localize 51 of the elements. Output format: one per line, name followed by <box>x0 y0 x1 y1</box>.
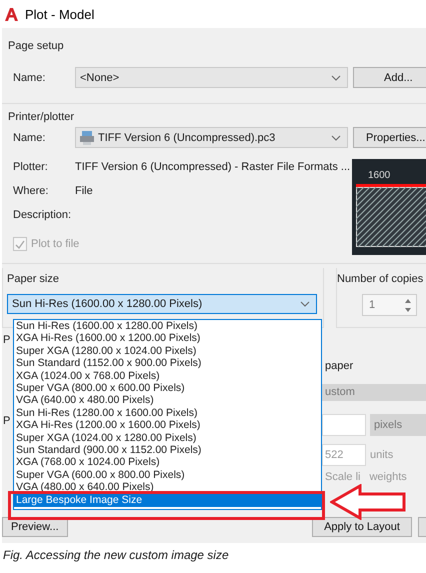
printer-icon <box>80 130 94 144</box>
number-spinner[interactable]: 1 <box>362 294 417 316</box>
checkbox-label: Scale li <box>325 471 360 483</box>
list-option[interactable]: VGA (480.00 x 640.00 Pixels) <box>14 481 321 494</box>
list-option[interactable]: XGA (1024.00 x 768.00 Pixels) <box>14 370 321 382</box>
hatched-paper-drawing <box>356 187 426 248</box>
list-option[interactable]: Sun Standard (1152.00 x 900.00 Pixels) <box>14 357 321 370</box>
dropdown[interactable]: Sun Hi-Res (1600.00 x 1280.00 Pixels) <box>7 294 317 314</box>
list-option[interactable]: XGA (768.00 x 1024.00 Pixels) <box>14 456 321 469</box>
field-value: File <box>75 185 93 197</box>
list-option[interactable]: Sun Standard (900.00 x 1152.00 Pixels) <box>14 444 321 456</box>
dropdown[interactable]: TIFF Version 6 (Uncompressed).pc3 <box>75 127 348 148</box>
checkbox-label: Plot to file <box>31 238 80 250</box>
group-heading: P <box>3 415 10 427</box>
field-label: Name: <box>12 72 46 84</box>
properties-button[interactable]: Properties... <box>353 127 426 148</box>
list-option[interactable]: Sun Hi-Res (1280.00 x 1600.00 Pixels) <box>14 406 321 420</box>
list-option[interactable]: VGA (640.00 x 480.00 Pixels) <box>14 394 321 407</box>
list-option[interactable]: XGA Hi-Res (1600.00 x 1200.00 Pixels) <box>14 332 321 345</box>
group-heading: Paper size <box>7 272 60 286</box>
app-logo-icon <box>4 6 19 22</box>
chevron-down-icon <box>300 300 310 308</box>
field-label: Plotter: <box>12 161 49 173</box>
chevron-down-icon <box>331 74 341 82</box>
list-option[interactable]: Super XGA (1280.00 x 1024.00 Pixels) <box>14 344 321 358</box>
checkbox-label: weights <box>369 471 407 483</box>
field-label: Name: <box>12 132 46 144</box>
apply-to-layout-button[interactable]: Apply to Layout <box>312 517 412 537</box>
list-option[interactable]: XGA Hi-Res (1200.00 x 1600.00 Pixels) <box>14 419 321 432</box>
group-heading: Printer/plotter <box>8 110 76 124</box>
list-option[interactable]: Sun Hi-Res (1600.00 x 1280.00 Pixels) <box>14 320 321 332</box>
group-heading: P <box>3 334 10 346</box>
window-title: Plot - Model <box>25 6 94 22</box>
field-label: paper <box>324 360 354 374</box>
field-label: units <box>370 449 394 461</box>
add-button[interactable]: Add... <box>353 67 426 88</box>
dropdown[interactable]: <None> <box>75 67 348 88</box>
list-option[interactable]: Large Bespoke Image Size <box>14 494 321 507</box>
list-option[interactable]: Super VGA (600.00 x 800.00 Pixels) <box>14 468 321 482</box>
figure-caption: Fig. Accessing the new custom image size <box>2 547 230 562</box>
chevron-down-icon <box>331 134 341 142</box>
field-label: Where: <box>12 185 50 197</box>
group-heading: Number of copies <box>337 272 424 286</box>
field-value: TIFF Version 6 (Uncompressed) - Raster File Formats ... <box>75 161 350 173</box>
list-option[interactable]: Super VGA (800.00 x 600.00 Pixels) <box>14 382 321 394</box>
input-field[interactable] <box>322 414 366 436</box>
group-heading: Page setup <box>8 39 65 53</box>
dimension-label: 1600 <box>366 170 392 181</box>
list-option[interactable]: Super XGA (1024.00 x 1280.00 Pixels) <box>14 432 321 444</box>
field-label: Description: <box>12 209 72 221</box>
spin-arrows-icon <box>402 298 414 312</box>
